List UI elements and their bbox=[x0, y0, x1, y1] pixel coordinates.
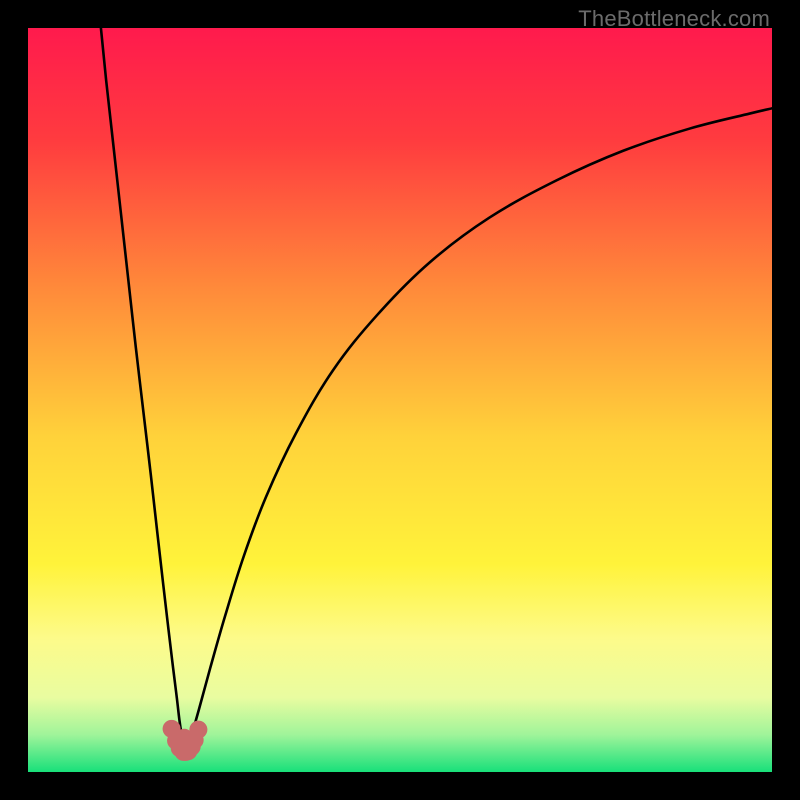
minimum-marker bbox=[189, 721, 207, 739]
plot-area bbox=[28, 28, 772, 772]
minimum-cluster bbox=[163, 720, 208, 761]
chart-frame: TheBottleneck.com bbox=[0, 0, 800, 800]
bottleneck-curve bbox=[101, 28, 772, 750]
curve-layer bbox=[28, 28, 772, 772]
